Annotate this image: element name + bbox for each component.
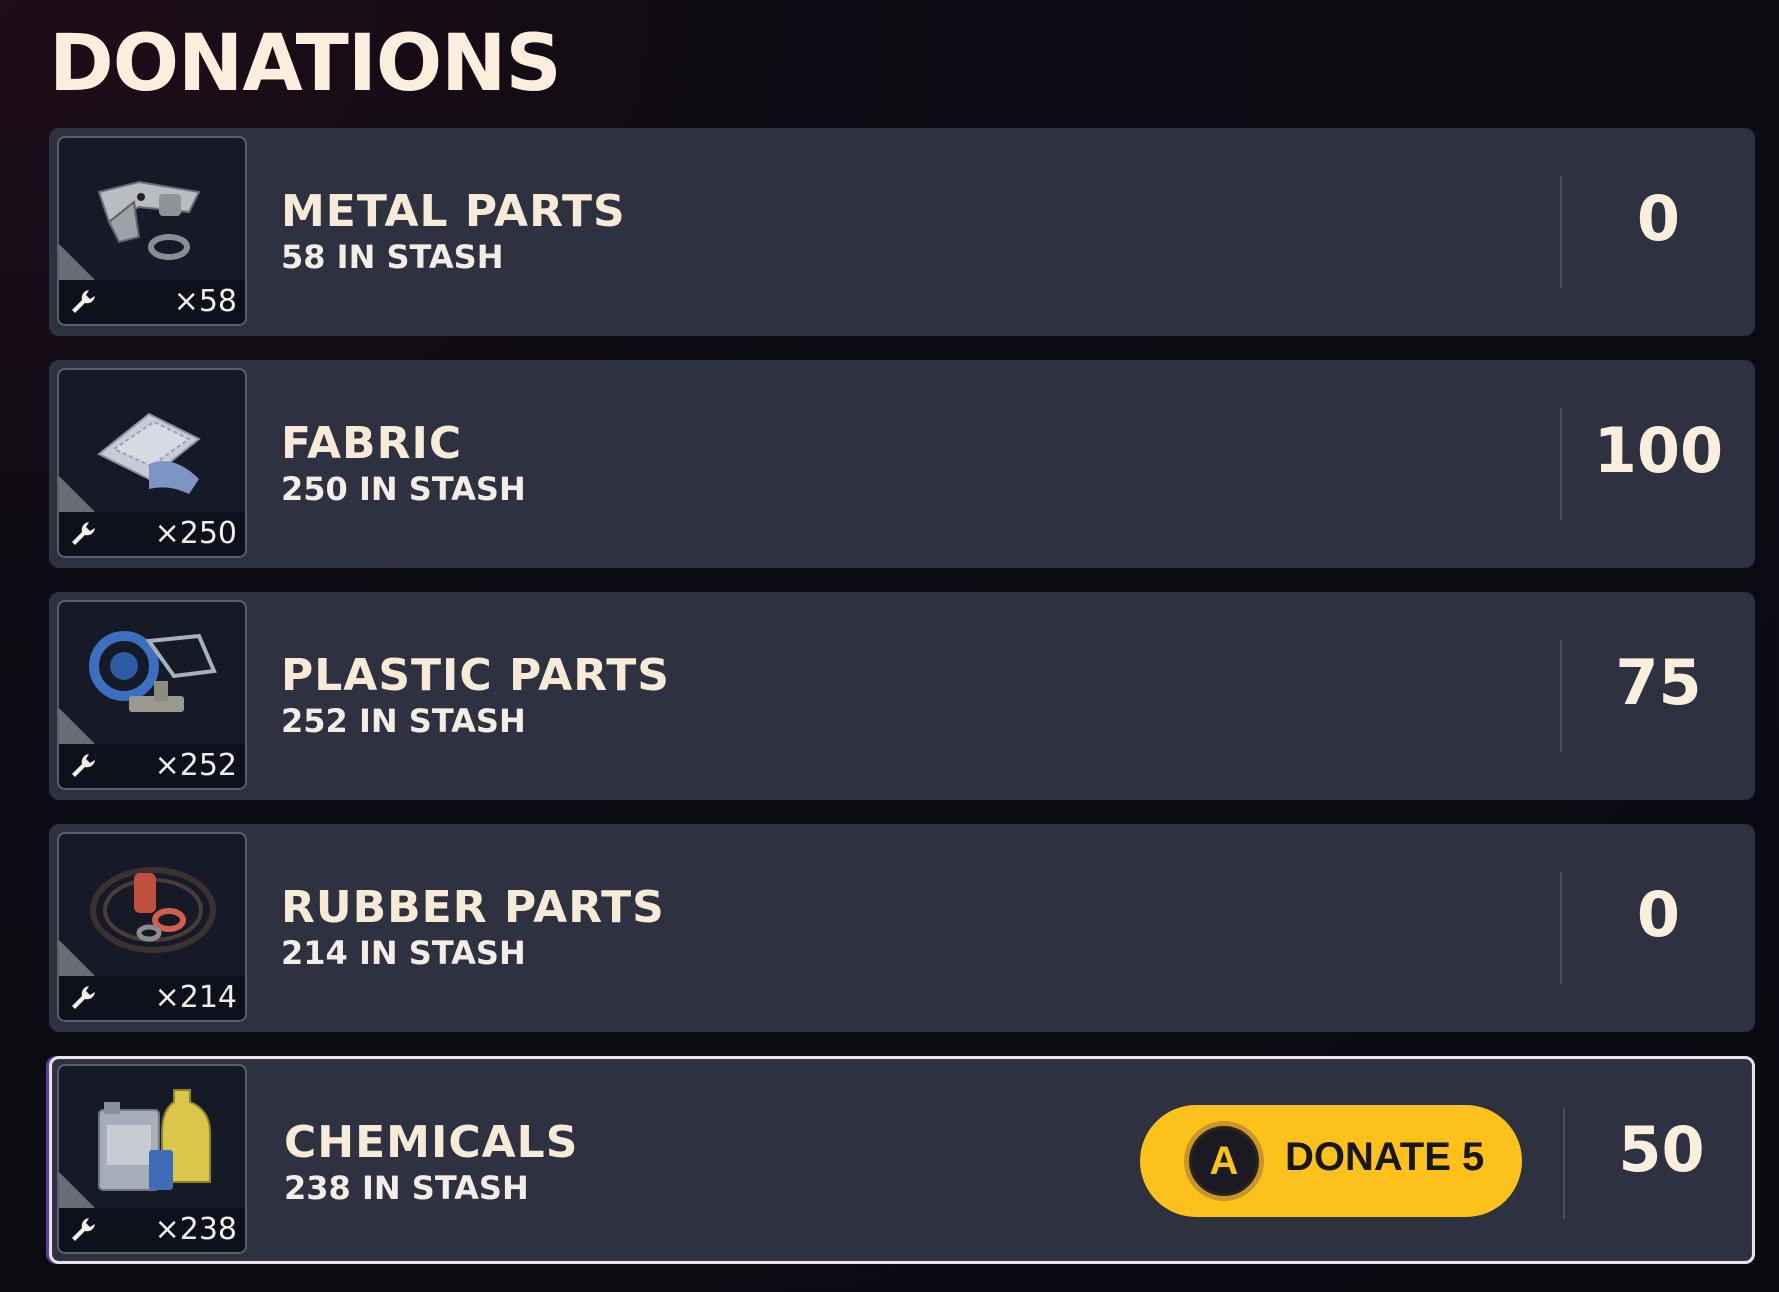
- donation-row-rubber-parts[interactable]: ×214 RUBBER PARTS 214 IN STASH 0: [49, 824, 1755, 1032]
- wrench-icon: [72, 1218, 95, 1241]
- donation-row-plastic-parts[interactable]: ×252 PLASTIC PARTS 252 IN STASH 75: [49, 592, 1755, 800]
- donate-button-label: DONATE 5: [1285, 1135, 1485, 1179]
- item-stash-count: 250 IN STASH: [281, 470, 526, 508]
- item-name: CHEMICALS: [284, 1117, 579, 1168]
- metal-parts-icon: [97, 180, 201, 260]
- item-name: FABRIC: [281, 418, 463, 469]
- item-name: RUBBER PARTS: [281, 882, 665, 933]
- donated-count: 100: [1593, 414, 1724, 487]
- item-name: PLASTIC PARTS: [281, 650, 670, 701]
- a-button-icon: A: [1184, 1121, 1264, 1201]
- page-title: DONATIONS: [49, 19, 562, 109]
- donation-list: ×58 METAL PARTS 58 IN STASH 0 ×250 FABRI…: [49, 128, 1755, 1288]
- donation-row-metal-parts[interactable]: ×58 METAL PARTS 58 IN STASH 0: [49, 128, 1755, 336]
- donation-row-fabric[interactable]: ×250 FABRIC 250 IN STASH 100: [49, 360, 1755, 568]
- item-stash-count: 238 IN STASH: [284, 1169, 529, 1207]
- fabric-icon: [97, 412, 201, 494]
- item-quantity: ×250: [154, 516, 237, 551]
- item-thumbnail: ×250: [57, 368, 247, 558]
- item-thumbnail: ×214: [57, 832, 247, 1022]
- plastic-parts-icon: [89, 631, 217, 712]
- wrench-icon: [72, 290, 95, 313]
- item-name: METAL PARTS: [281, 186, 626, 237]
- item-quantity: ×238: [154, 1212, 237, 1247]
- item-thumbnail: ×252: [57, 600, 247, 790]
- chemicals-icon: [98, 1089, 211, 1191]
- wrench-icon: [72, 754, 95, 777]
- donated-count: 50: [1618, 1113, 1705, 1186]
- donated-count: 75: [1615, 646, 1702, 719]
- donation-row-chemicals[interactable]: ×238 CHEMICALS 238 IN STASH A DONATE 5 5…: [49, 1056, 1755, 1264]
- item-quantity: ×252: [154, 748, 237, 783]
- item-thumbnail: ×238: [57, 1064, 247, 1254]
- donated-count: 0: [1636, 878, 1681, 951]
- item-quantity: ×214: [154, 980, 237, 1015]
- rubber-parts-icon: [90, 867, 216, 953]
- donate-button[interactable]: A DONATE 5: [1140, 1105, 1522, 1217]
- donated-count: 0: [1636, 182, 1681, 255]
- item-thumbnail: ×58: [57, 136, 247, 326]
- item-stash-count: 214 IN STASH: [281, 934, 526, 972]
- wrench-icon: [72, 522, 95, 545]
- item-quantity: ×58: [173, 284, 237, 319]
- item-stash-count: 58 IN STASH: [281, 238, 504, 276]
- item-stash-count: 252 IN STASH: [281, 702, 526, 740]
- wrench-icon: [72, 986, 95, 1009]
